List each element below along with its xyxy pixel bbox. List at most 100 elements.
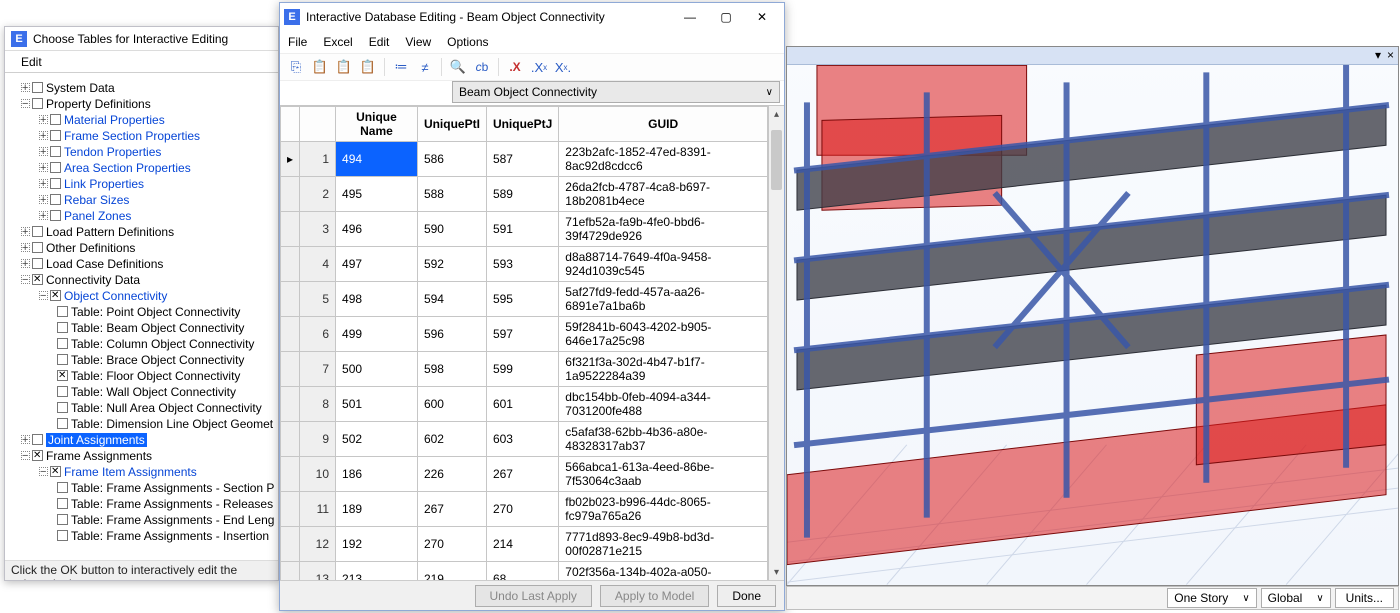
paste-append-icon[interactable]: 📋	[358, 57, 378, 77]
table-row[interactable]: 249558858926da2fcb-4787-4ca8-b697-18b208…	[281, 177, 768, 212]
menu-file[interactable]: File	[288, 35, 307, 49]
tree-property-definitions[interactable]: Property Definitions	[7, 95, 276, 111]
close-button[interactable]: ✕	[744, 6, 780, 28]
tree-material-properties[interactable]: Material Properties	[7, 111, 276, 127]
tree-table-fa-insertion[interactable]: Table: Frame Assignments - Insertion	[7, 527, 276, 543]
db-table-selector[interactable]: Beam Object Connectivity ∨	[452, 81, 780, 103]
table-row[interactable]: 10186226267566abca1-613a-4eed-86be-7f530…	[281, 457, 768, 492]
row-delete-icon[interactable]: ≠	[415, 57, 435, 77]
table-row[interactable]: 9502602603c5afaf38-62bb-4b36-a80e-483283…	[281, 422, 768, 457]
x-sub-icon[interactable]: Xx.	[553, 57, 573, 77]
db-editing-window: E Interactive Database Editing - Beam Ob…	[279, 2, 785, 611]
paste-insert-icon[interactable]: 📋	[334, 57, 354, 77]
tree-connectivity-data[interactable]: Connectivity Data	[7, 271, 276, 287]
tree-joint-assignments[interactable]: Joint Assignments	[7, 431, 276, 447]
db-toolbar: ⎘ 📋 📋 📋 ≔ ≠ 🔍 cb .X .Xx Xx.	[280, 53, 784, 81]
table-row[interactable]: 8501600601dbc154bb-0feb-4094-a344-703120…	[281, 387, 768, 422]
tree-load-pattern-definitions[interactable]: Load Pattern Definitions	[7, 223, 276, 239]
col-unique-pt-j[interactable]: UniquePtJ	[486, 107, 558, 142]
tree-link-properties[interactable]: Link Properties	[7, 175, 276, 191]
done-button[interactable]: Done	[717, 585, 776, 607]
tree-table-fa-section[interactable]: Table: Frame Assignments - Section P	[7, 479, 276, 495]
bold-x-red-icon[interactable]: .X	[505, 57, 525, 77]
vertical-scrollbar[interactable]: ▴ ▾	[768, 106, 784, 580]
table-row[interactable]: 349659059171efb52a-fa9b-4fe0-bbd6-39f472…	[281, 212, 768, 247]
col-unique-name[interactable]: Unique Name	[336, 107, 418, 142]
undo-last-apply-button[interactable]: Undo Last Apply	[475, 585, 592, 607]
tree-table-dim-line[interactable]: Table: Dimension Line Object Geomet	[7, 415, 276, 431]
menu-edit[interactable]: Edit	[13, 53, 50, 71]
row-replace-icon[interactable]: ≔	[391, 57, 411, 77]
tree-tendon-properties[interactable]: Tendon Properties	[7, 143, 276, 159]
tree-panel-zones[interactable]: Panel Zones	[7, 207, 276, 223]
model-viewport[interactable]: ▾ ×	[786, 46, 1399, 586]
app-icon: E	[11, 31, 27, 47]
tree-frame-section-properties[interactable]: Frame Section Properties	[7, 127, 276, 143]
replace-icon[interactable]: cb	[472, 57, 492, 77]
choose-menubar: Edit	[5, 51, 278, 73]
grid-area: Unique Name UniquePtI UniquePtJ GUID ▸14…	[280, 105, 784, 580]
choose-tables-window: E Choose Tables for Interactive Editing …	[4, 26, 279, 581]
status-bar: One Story∨ Global∨ Units...	[786, 586, 1399, 610]
tree-view[interactable]: System Data Property Definitions Materia…	[5, 73, 278, 560]
scroll-down-icon[interactable]: ▾	[769, 564, 784, 580]
data-grid[interactable]: Unique Name UniquePtI UniquePtJ GUID ▸14…	[280, 106, 768, 580]
table-row[interactable]: ▸1494586587223b2afc-1852-47ed-8391-8ac92…	[281, 142, 768, 177]
viewport-titlebar: ▾ ×	[787, 47, 1398, 65]
viewport-close-icon[interactable]: ×	[1387, 48, 1394, 62]
model-3d-view	[787, 65, 1398, 585]
coord-system-selector[interactable]: Global∨	[1261, 588, 1331, 608]
menu-view[interactable]: View	[405, 35, 431, 49]
tree-load-case-definitions[interactable]: Load Case Definitions	[7, 255, 276, 271]
maximize-button[interactable]: ▢	[708, 6, 744, 28]
menu-edit[interactable]: Edit	[369, 35, 390, 49]
copy-icon[interactable]: ⎘	[286, 57, 306, 77]
tree-frame-item-assignments[interactable]: Frame Item Assignments	[7, 463, 276, 479]
menu-options[interactable]: Options	[447, 35, 488, 49]
scroll-up-icon[interactable]: ▴	[769, 106, 784, 122]
viewport-dropdown-icon[interactable]: ▾	[1375, 48, 1381, 62]
paste-icon[interactable]: 📋	[310, 57, 330, 77]
table-row[interactable]: 1321321968702f356a-134b-402a-a050-ea2268…	[281, 562, 768, 581]
tree-rebar-sizes[interactable]: Rebar Sizes	[7, 191, 276, 207]
table-row[interactable]: 75005985996f321f3a-302d-4b47-b1f7-1a9522…	[281, 352, 768, 387]
table-row[interactable]: 649959659759f2841b-6043-4202-b905-646e17…	[281, 317, 768, 352]
tree-other-definitions[interactable]: Other Definitions	[7, 239, 276, 255]
col-unique-pt-i[interactable]: UniquePtI	[417, 107, 486, 142]
tree-table-column[interactable]: Table: Column Object Connectivity	[7, 335, 276, 351]
units-button[interactable]: Units...	[1335, 588, 1394, 608]
db-title: Interactive Database Editing - Beam Obje…	[306, 10, 672, 24]
tree-table-fa-end-len[interactable]: Table: Frame Assignments - End Leng	[7, 511, 276, 527]
col-guid[interactable]: GUID	[559, 107, 768, 142]
db-table-selector-row: Beam Object Connectivity ∨	[280, 81, 784, 105]
choose-footer: Click the OK button to interactively edi…	[5, 560, 278, 580]
table-row[interactable]: 4497592593d8a88714-7649-4f0a-9458-924d10…	[281, 247, 768, 282]
choose-titlebar: E Choose Tables for Interactive Editing	[5, 27, 278, 51]
story-selector[interactable]: One Story∨	[1167, 588, 1256, 608]
db-titlebar: E Interactive Database Editing - Beam Ob…	[280, 3, 784, 31]
scroll-thumb[interactable]	[771, 130, 782, 190]
tree-table-beam[interactable]: Table: Beam Object Connectivity	[7, 319, 276, 335]
tree-table-null-area[interactable]: Table: Null Area Object Connectivity	[7, 399, 276, 415]
table-row[interactable]: 54985945955af27fd9-fedd-457a-aa26-6891e7…	[281, 282, 768, 317]
tree-table-floor[interactable]: Table: Floor Object Connectivity	[7, 367, 276, 383]
table-row[interactable]: 11189267270fb02b023-b996-44dc-8065-fc979…	[281, 492, 768, 527]
db-footer: Undo Last Apply Apply to Model Done	[280, 580, 784, 610]
tree-area-section-properties[interactable]: Area Section Properties	[7, 159, 276, 175]
x-sup-icon[interactable]: .Xx	[529, 57, 549, 77]
app-icon: E	[284, 9, 300, 25]
tree-table-fa-releases[interactable]: Table: Frame Assignments - Releases	[7, 495, 276, 511]
tree-table-brace[interactable]: Table: Brace Object Connectivity	[7, 351, 276, 367]
tree-object-connectivity[interactable]: Object Connectivity	[7, 287, 276, 303]
minimize-button[interactable]: —	[672, 6, 708, 28]
choose-title: Choose Tables for Interactive Editing	[33, 32, 228, 46]
db-table-selector-value: Beam Object Connectivity	[459, 85, 597, 99]
find-icon[interactable]: 🔍	[448, 57, 468, 77]
tree-table-point[interactable]: Table: Point Object Connectivity	[7, 303, 276, 319]
menu-excel[interactable]: Excel	[323, 35, 352, 49]
apply-to-model-button[interactable]: Apply to Model	[600, 585, 709, 607]
tree-table-wall[interactable]: Table: Wall Object Connectivity	[7, 383, 276, 399]
table-row[interactable]: 121922702147771d893-8ec9-49b8-bd3d-00f02…	[281, 527, 768, 562]
tree-frame-assignments[interactable]: Frame Assignments	[7, 447, 276, 463]
tree-system-data[interactable]: System Data	[7, 79, 276, 95]
